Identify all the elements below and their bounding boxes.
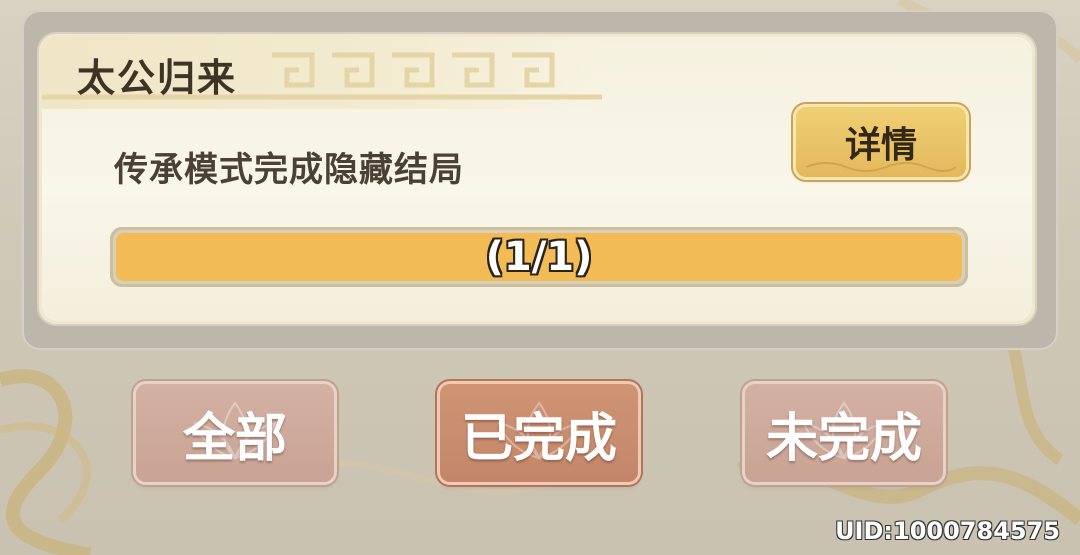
details-button[interactable]: 详情 bbox=[796, 107, 966, 177]
achievement-card: 太公归来 传承模式完成隐藏结局 详情 (1/1) bbox=[42, 37, 1032, 321]
filter-completed-label: 已完成 bbox=[460, 408, 617, 469]
user-id-label: UID:1000784575 bbox=[835, 517, 1060, 545]
achievement-title: 太公归来 bbox=[77, 56, 238, 100]
cloud-ornament-icon bbox=[805, 162, 957, 172]
progress-text: (1/1) bbox=[485, 234, 593, 280]
filter-completed-button[interactable]: 已完成 bbox=[440, 384, 638, 482]
filter-all-button[interactable]: 全部 bbox=[136, 384, 334, 482]
achievement-description: 传承模式完成隐藏结局 bbox=[114, 150, 464, 190]
filter-all-label: 全部 bbox=[182, 408, 287, 469]
filter-incomplete-label: 未完成 bbox=[765, 408, 922, 469]
filter-incomplete-button[interactable]: 未完成 bbox=[745, 384, 943, 482]
progress-bar: (1/1) bbox=[110, 227, 968, 287]
